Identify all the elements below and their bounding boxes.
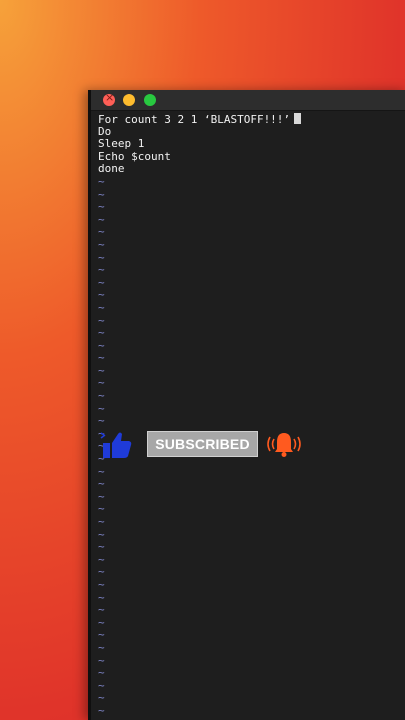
empty-line-tilde: ~ [98, 515, 105, 528]
maximize-window-button[interactable] [144, 94, 156, 106]
empty-line-tilde: ~ [98, 174, 105, 188]
empty-line-tilde: ~ [98, 603, 105, 617]
code-line: Echo $count [98, 149, 171, 163]
subscribe-overlay: SUBSCRIBED [100, 428, 310, 462]
empty-line-tilde: ~ [98, 464, 105, 478]
empty-line-tilde: ~ [98, 502, 105, 516]
text-cursor [294, 113, 302, 124]
empty-line-tilde: ~ [98, 691, 105, 705]
code-line-text: For count 3 2 1 ‘BLASTOFF!!!’ [98, 113, 291, 126]
empty-line-tilde: ~ [98, 577, 105, 591]
empty-line-tilde: ~ [98, 237, 105, 251]
empty-line-tilde: ~ [98, 200, 105, 214]
title-bar [91, 90, 405, 111]
empty-line-tilde: ~ [98, 389, 105, 403]
code-line: For count 3 2 1 ‘BLASTOFF!!!’ [98, 113, 405, 126]
empty-line-tilde: ~ [98, 590, 105, 604]
empty-line-tilde: ~ [98, 666, 105, 680]
empty-line-tilde: ~ [98, 363, 105, 377]
code-line: done [98, 162, 125, 176]
empty-line-tilde: ~ [98, 288, 105, 302]
empty-line-tilde: ~ [98, 351, 105, 365]
empty-line-tilde: ~ [98, 250, 105, 264]
empty-line-tilde: ~ [98, 615, 105, 629]
empty-line-tilde: ~ [98, 703, 105, 717]
empty-line-tilde: ~ [98, 489, 105, 503]
empty-line-tilde: ~ [98, 540, 105, 554]
empty-line-tilde: ~ [98, 338, 105, 352]
empty-line-tilde: ~ [98, 376, 105, 390]
empty-line-tilde: ~ [98, 527, 105, 541]
empty-line-tilde: ~ [98, 326, 105, 340]
close-window-button[interactable] [103, 91, 115, 106]
empty-line-tilde: ~ [98, 300, 105, 314]
empty-line-tilde: ~ [98, 565, 105, 579]
subscribed-button[interactable]: SUBSCRIBED [147, 431, 258, 457]
empty-line-tilde: ~ [98, 678, 105, 692]
empty-line-tilde: ~ [98, 628, 105, 642]
empty-line-tilde: ~ [98, 263, 105, 277]
vim-editor[interactable]: For count 3 2 1 ‘BLASTOFF!!!’ Do Sleep 1… [98, 113, 405, 720]
empty-line-tilde: ~ [98, 414, 105, 428]
code-line: Sleep 1 [98, 137, 145, 151]
empty-line-tilde: ~ [98, 225, 105, 239]
empty-line-tilde: ~ [98, 401, 105, 415]
empty-line-tilde: ~ [98, 477, 105, 491]
empty-line-tilde: ~ [98, 313, 105, 327]
notification-bell-icon[interactable] [264, 428, 304, 462]
thumbs-up-icon[interactable] [100, 430, 134, 460]
empty-line-tilde: ~ [98, 552, 105, 566]
empty-line-tilde: ~ [98, 187, 105, 201]
empty-line-tilde: ~ [98, 275, 105, 289]
empty-line-tilde: ~ [98, 212, 105, 226]
code-line: Do [98, 124, 112, 138]
minimize-window-button[interactable] [123, 94, 135, 106]
empty-line-tilde: ~ [98, 653, 105, 667]
empty-line-tilde: ~ [98, 640, 105, 654]
terminal-window: For count 3 2 1 ‘BLASTOFF!!!’ Do Sleep 1… [88, 90, 405, 720]
